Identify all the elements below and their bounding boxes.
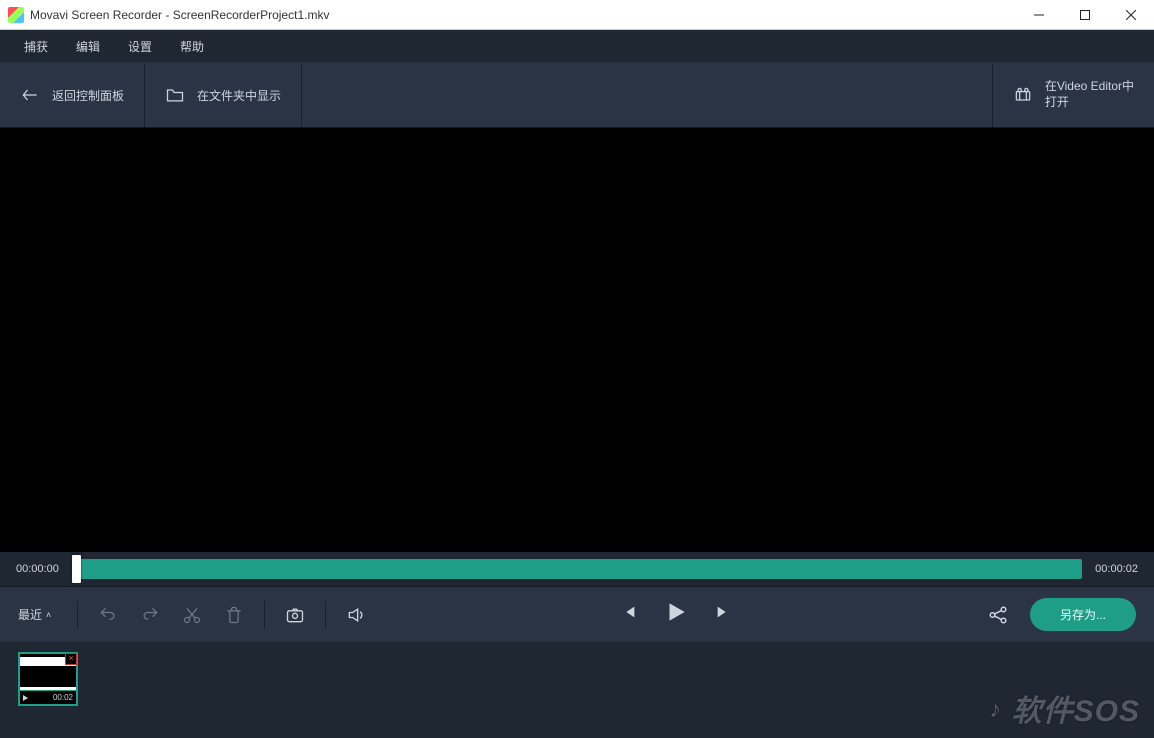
timeline-track[interactable]	[72, 559, 1082, 579]
video-editor-icon	[1013, 85, 1033, 105]
delete-button[interactable]	[222, 603, 246, 627]
minimize-button[interactable]	[1016, 0, 1062, 30]
menu-edit[interactable]: 编辑	[62, 32, 114, 61]
play-button[interactable]	[663, 599, 689, 630]
time-end: 00:00:02	[1092, 563, 1138, 575]
window-title: Movavi Screen Recorder - ScreenRecorderP…	[30, 8, 329, 22]
maximize-button[interactable]	[1062, 0, 1108, 30]
action-bar: 返回控制面板 在文件夹中显示 在Video Editor中 打开	[0, 62, 1154, 128]
divider	[264, 601, 265, 629]
playback-controls	[386, 599, 966, 630]
share-button[interactable]	[984, 603, 1012, 627]
menu-settings[interactable]: 设置	[114, 32, 166, 61]
actionbar-spacer	[302, 63, 993, 127]
open-in-editor-label: 在Video Editor中 打开	[1045, 79, 1134, 110]
next-frame-button[interactable]	[715, 604, 731, 625]
recent-label: 最近	[18, 606, 42, 623]
redo-button[interactable]	[138, 603, 162, 627]
divider	[325, 601, 326, 629]
close-button[interactable]	[1108, 0, 1154, 30]
menu-capture[interactable]: 捕获	[10, 32, 62, 61]
timeline-playhead[interactable]	[72, 555, 81, 583]
recent-strip: × 00:02	[0, 642, 1154, 738]
screenshot-button[interactable]	[283, 603, 307, 627]
video-preview[interactable]	[0, 128, 1154, 552]
app-icon	[8, 7, 24, 23]
arrow-left-icon	[20, 85, 40, 105]
timeline: 00:00:00 00:00:02	[0, 552, 1154, 586]
thumbnail-footer: 00:02	[20, 690, 76, 704]
volume-button[interactable]	[344, 603, 368, 627]
divider	[77, 601, 78, 629]
recent-dropdown[interactable]: 最近 ˄	[18, 606, 51, 623]
mini-play-icon	[23, 695, 28, 701]
open-in-editor-button[interactable]: 在Video Editor中 打开	[993, 63, 1154, 127]
save-as-button[interactable]: 另存为...	[1030, 598, 1136, 631]
controls-bar: 最近 ˄ 另存为...	[0, 586, 1154, 642]
menu-help[interactable]: 帮助	[166, 32, 218, 61]
folder-icon	[165, 85, 185, 105]
window-titlebar: Movavi Screen Recorder - ScreenRecorderP…	[0, 0, 1154, 30]
back-to-panel-button[interactable]: 返回控制面板	[0, 63, 145, 127]
prev-frame-button[interactable]	[621, 604, 637, 625]
recent-thumbnail[interactable]: × 00:02	[18, 652, 78, 706]
window-controls	[1016, 0, 1154, 30]
time-start: 00:00:00	[16, 563, 62, 575]
cut-button[interactable]	[180, 603, 204, 627]
show-in-folder-button[interactable]: 在文件夹中显示	[145, 63, 302, 127]
menubar: 捕获 编辑 设置 帮助	[0, 30, 1154, 62]
chevron-up-icon: ˄	[46, 610, 51, 620]
back-to-panel-label: 返回控制面板	[52, 87, 124, 104]
thumbnail-close-icon[interactable]: ×	[65, 653, 77, 665]
show-in-folder-label: 在文件夹中显示	[197, 87, 281, 104]
undo-button[interactable]	[96, 603, 120, 627]
thumbnail-duration: 00:02	[53, 693, 73, 702]
